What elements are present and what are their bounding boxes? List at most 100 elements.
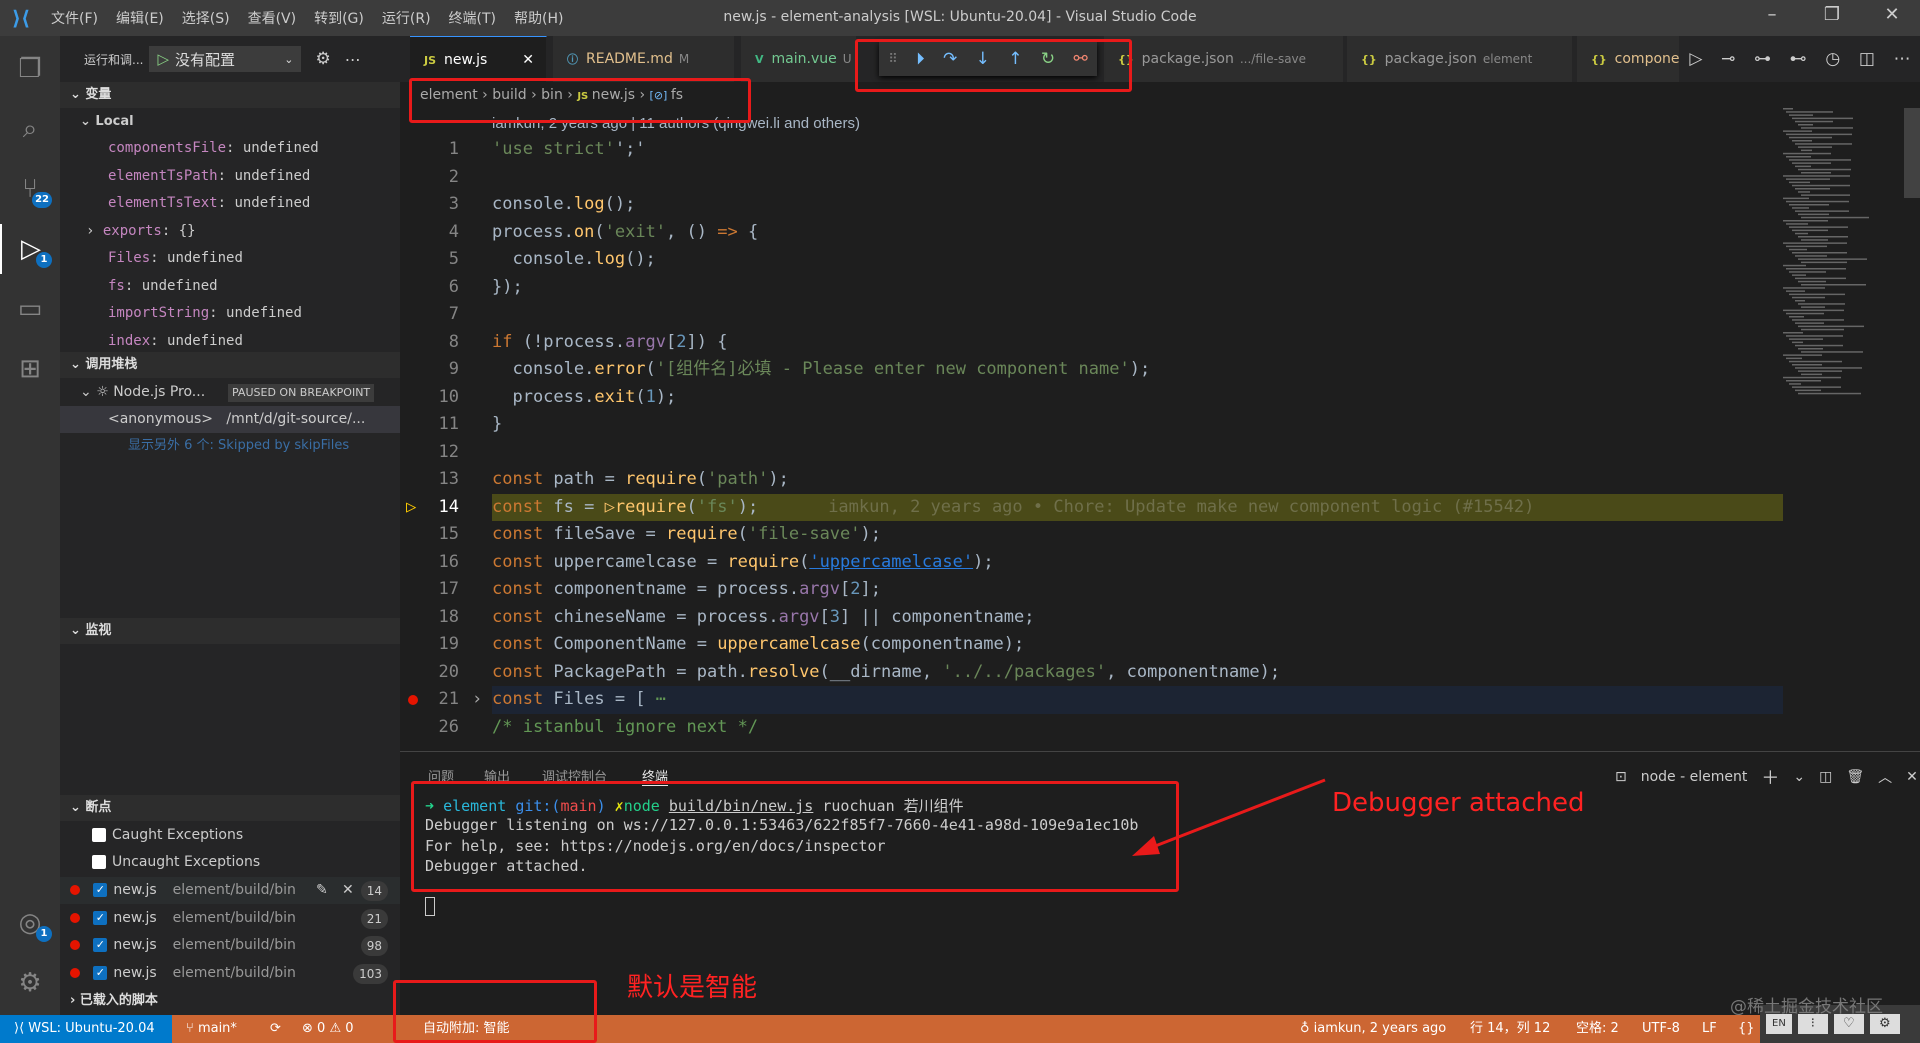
debug-config-select[interactable]: ▷ 没有配置 ⌄ [149,46,302,72]
chevron-down-icon[interactable]: ⌄ [1793,769,1805,785]
more-icon[interactable]: ⋯ [1894,49,1911,69]
explorer-icon[interactable]: ❐ [0,44,60,94]
code-line[interactable]: 10 process.exit(1); [400,384,1783,412]
ime-heart-icon[interactable]: ♡ [1833,1014,1864,1034]
variable-item[interactable]: › exports: {} [60,218,400,245]
code-line[interactable]: 6}); [400,274,1783,302]
fold-chevron-icon[interactable]: › [472,686,482,714]
code-line[interactable]: 26 /* istanbul ignore next */ [400,714,1783,742]
loaded-scripts-section-header[interactable]: › 已载入的脚本 [60,988,400,1014]
breadcrumb-item[interactable]: build [492,87,526,103]
skipped-frames-link[interactable]: 显示另外 6 个: Skipped by skipFiles [60,432,400,459]
checkbox[interactable] [92,855,106,869]
drag-handle-icon[interactable]: ⠿ [888,52,898,67]
chevron-right-icon[interactable]: › [86,223,103,239]
terminal-selector[interactable]: node - element [1641,769,1748,785]
code-line[interactable]: 13 const path = require('path'); [400,466,1783,494]
breakpoint-item[interactable]: ✓ new.js element/build/bin 21 [60,905,400,932]
code-line[interactable]: › 21 const Files = [ ⋯ [400,686,1783,714]
code-line[interactable]: 18 const chineseName = process.argv[3] ||… [400,604,1783,632]
menu-item[interactable]: 运行(R) [373,8,440,28]
menu-item[interactable]: 终端(T) [440,8,505,28]
code-editor[interactable]: iamkun, 2 years ago | 11 authors (qingwe… [400,108,1783,751]
checkbox[interactable]: ✓ [93,938,108,952]
problems-indicator[interactable]: ⊗ 0 ⚠ 0 [302,1015,354,1043]
variable-item[interactable]: importString: undefined [60,300,400,327]
codelens-blame[interactable]: iamkun, 2 years ago | 11 authors (qingwe… [492,110,860,138]
remove-breakpoint-icon[interactable]: ✕ [342,877,354,904]
new-terminal-icon[interactable]: ＋ [1761,764,1779,790]
language-mode[interactable]: {} [1738,1015,1755,1043]
account-icon[interactable]: ◎ 1 [0,898,60,948]
search-icon[interactable]: ⌕ [0,104,60,154]
watch-section-header[interactable]: ⌄ 监视 [60,618,400,644]
cursor-position[interactable]: 行 14，列 12 [1470,1015,1550,1043]
code-line[interactable]: 15 const fileSave = require('file-save'); [400,521,1783,549]
editor-scrollbar[interactable] [1904,108,1920,198]
tab-main-vue[interactable]: Vmain.vue U [741,36,857,82]
settings-gear-icon[interactable]: ⚙ [0,958,60,1008]
git-commit-icon[interactable]: ⊶ [1754,49,1771,69]
blame-status[interactable]: ♁ iamkun, 2 years ago [1300,1015,1446,1043]
code-line[interactable]: 12 [400,439,1783,467]
code-line[interactable]: 17 const componentname = process.argv[2]; [400,576,1783,604]
menu-item[interactable]: 查看(V) [239,8,306,28]
ime-settings-icon[interactable]: ⚙ [1869,1014,1900,1034]
remote-explorer-icon[interactable]: ▭ [0,284,60,334]
encoding[interactable]: UTF-8 [1642,1015,1680,1043]
code-line[interactable]: 5 console.log(); [400,246,1783,274]
checkbox[interactable]: ✓ [93,965,108,980]
timeline-icon[interactable]: ◷ [1825,49,1840,69]
variable-item[interactable]: fs: undefined [60,273,400,300]
code-line[interactable]: 3 console.log(); [400,191,1783,219]
breadcrumb-item[interactable]: element [420,87,478,103]
trash-icon[interactable]: 🗑 [1846,769,1864,785]
edit-breakpoint-icon[interactable]: ✎ [316,877,328,904]
run-debug-icon[interactable]: ▷ 1 [0,224,60,274]
debug-session[interactable]: ⌄ ☼ Node.js Pro... PAUSED ON BREAKPOINT [60,379,400,406]
restart-icon[interactable]: ↻ [1041,49,1055,69]
tab-compone[interactable]: {} compone [1577,36,1680,82]
callstack-section-header[interactable]: ⌄ 调用堆栈 [60,352,400,378]
menu-item[interactable]: 文件(F) [42,8,107,28]
close-panel-icon[interactable]: ✕ [1906,769,1918,785]
minimap[interactable] [1783,108,1903,408]
panel-tab[interactable]: 调试控制台 [542,766,607,785]
code-line[interactable]: 8 if (!process.argv[2]) { [400,329,1783,357]
tab-new-js[interactable]: JS new.js ✕ [410,36,547,82]
caught-exceptions[interactable]: Caught Exceptions [60,822,400,849]
step-over-icon[interactable]: ↷ [943,49,957,69]
code-line[interactable]: ▷ 14 const fs = ▷require('fs'); iamkun, 2 y… [400,493,1783,522]
breakpoint-item[interactable]: ✓ new.js element/build/bin 103 [60,960,400,987]
step-into-icon[interactable]: ↓ [976,49,990,69]
variable-item[interactable]: Files: undefined [60,245,400,272]
remote-indicator[interactable]: ⟩⟨ WSL: Ubuntu-20.04 [0,1015,172,1043]
code-line[interactable]: 1 'use strict'';' [400,136,1783,164]
breakpoint-item[interactable]: ✓ new.js element/build/bin ✎ ✕ 14 [60,877,400,904]
step-out-icon[interactable]: ↑ [1008,49,1022,69]
panel-tab[interactable]: 终端 [642,766,669,786]
checkbox[interactable]: ✓ [93,910,108,925]
ime-menu-icon[interactable]: ⁝ [1797,1014,1828,1034]
code-line[interactable]: 2 [400,164,1783,192]
uncaught-exceptions[interactable]: Uncaught Exceptions [60,849,400,876]
breakpoints-section-header[interactable]: ⌄ 断点 [60,795,400,821]
variable-item[interactable]: componentsFile: undefined [60,135,400,162]
start-debug-icon[interactable]: ▷ [157,50,169,68]
indentation[interactable]: 空格: 2 [1576,1015,1619,1043]
git-next-icon[interactable]: ⊷ [1790,49,1807,69]
checkbox[interactable]: ✓ [93,883,108,897]
tab-package-json[interactable]: {} package.json element [1347,36,1573,82]
branch-indicator[interactable]: ⑂ main* [186,1015,237,1043]
tab-package-json[interactable]: {} package.json .../file-save [1104,36,1344,82]
menu-item[interactable]: 选择(S) [173,8,239,28]
breakpoint-icon[interactable] [408,695,418,705]
minimize-button[interactable]: – [1752,4,1792,32]
disconnect-icon[interactable]: ⚯ [1073,49,1087,69]
breadcrumb-item[interactable]: new.js [592,87,635,103]
current-breakpoint-icon[interactable]: ▷ [406,494,416,522]
code-line[interactable]: 4 process.on('exit', () => { [400,219,1783,247]
maximize-button[interactable]: ❐ [1812,4,1852,32]
panel-tab[interactable]: 输出 [484,766,510,785]
variable-item[interactable]: elementTsText: undefined [60,190,400,217]
